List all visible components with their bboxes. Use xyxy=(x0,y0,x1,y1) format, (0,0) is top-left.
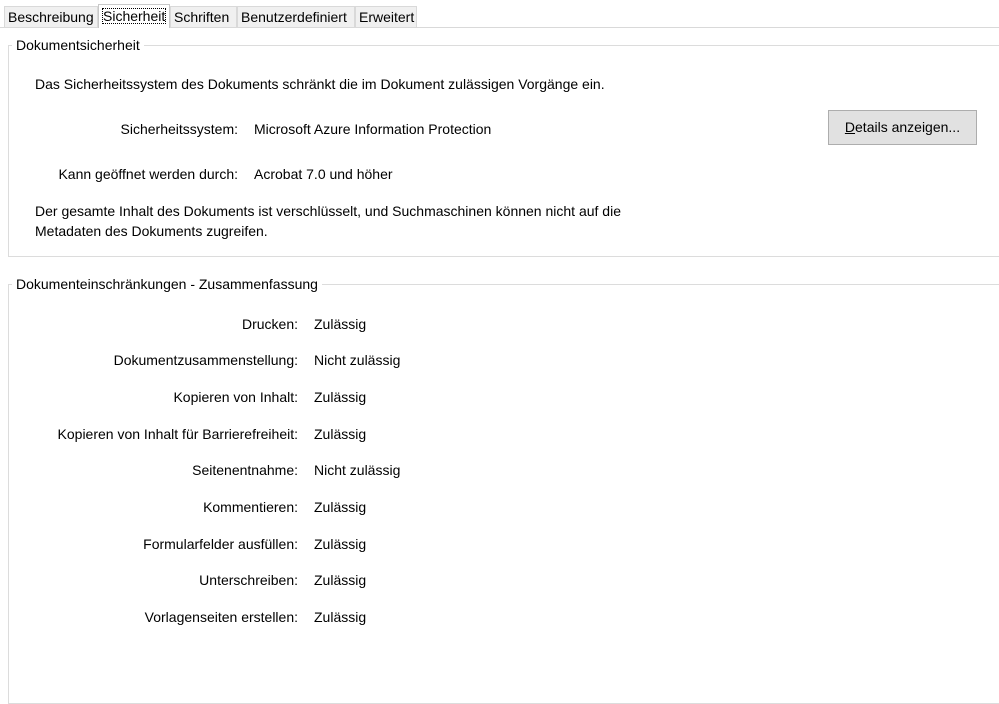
encryption-note-line2: Metadaten des Dokuments zugreifen. xyxy=(35,223,268,239)
restrictions-title: Dokumenteinschränkungen - Zusammenfassun… xyxy=(12,274,322,294)
opened-by-label: Kann geöffnet werden durch: xyxy=(58,166,238,182)
restriction-value: Zulässig xyxy=(314,316,367,332)
restriction-label: Unterschreiben: xyxy=(199,572,298,588)
restriction-label: Drucken: xyxy=(241,316,298,332)
tab-label: Beschreibung xyxy=(8,9,94,25)
tab-label: Schriften xyxy=(174,9,230,25)
restriction-label: Kopieren von Inhalt für Barrierefreiheit… xyxy=(57,426,298,442)
encryption-note-line1: Der gesamte Inhalt des Dokuments ist ver… xyxy=(35,203,621,219)
security-system-value: Microsoft Azure Information Protection xyxy=(254,121,492,137)
restriction-value: Zulässig xyxy=(314,389,367,405)
tab-label: Erweitert xyxy=(359,9,415,25)
restriction-label: Kommentieren: xyxy=(203,499,298,515)
details-button-label: etails anzeigen... xyxy=(855,119,961,135)
security-system-label: Sicherheitssystem: xyxy=(120,121,238,137)
tab-sicherheit[interactable]: Sicherheit xyxy=(98,4,170,28)
restriction-value: Nicht zulässig xyxy=(314,352,401,368)
restriction-value: Zulässig xyxy=(314,499,367,515)
tab-label: Benutzerdefiniert xyxy=(241,9,347,25)
opened-by-value: Acrobat 7.0 und höher xyxy=(254,166,393,182)
tab-label: Sicherheit xyxy=(102,8,167,24)
restrictions-group: Dokumenteinschränkungen - Zusammenfassun… xyxy=(8,274,999,704)
details-button-mnemonic: D xyxy=(844,119,856,135)
restriction-label: Formularfelder ausfüllen: xyxy=(143,536,298,552)
tab-beschreibung[interactable]: Beschreibung xyxy=(4,6,98,27)
restriction-label: Kopieren von Inhalt: xyxy=(173,389,298,405)
restriction-value: Zulässig xyxy=(314,536,367,552)
restriction-label: Vorlagenseiten erstellen: xyxy=(144,609,298,625)
tab-benutzerdefiniert[interactable]: Benutzerdefiniert xyxy=(237,6,355,27)
document-security-title: Dokumentsicherheit xyxy=(12,35,144,55)
restriction-value: Nicht zulässig xyxy=(314,462,401,478)
restriction-label: Dokumentzusammenstellung: xyxy=(113,352,298,368)
restriction-label: Seitenentnahme: xyxy=(192,462,298,478)
tab-schriften[interactable]: Schriften xyxy=(170,6,237,27)
restriction-value: Zulässig xyxy=(314,609,367,625)
security-intro-text: Das Sicherheitssystem des Dokuments schr… xyxy=(35,76,605,92)
restriction-value: Zulässig xyxy=(314,572,367,588)
details-button[interactable]: Details anzeigen... xyxy=(828,110,977,145)
tab-strip: Beschreibung Sicherheit Schriften Benutz… xyxy=(0,0,999,28)
restriction-value: Zulässig xyxy=(314,426,367,442)
tab-erweitert[interactable]: Erweitert xyxy=(355,6,417,27)
